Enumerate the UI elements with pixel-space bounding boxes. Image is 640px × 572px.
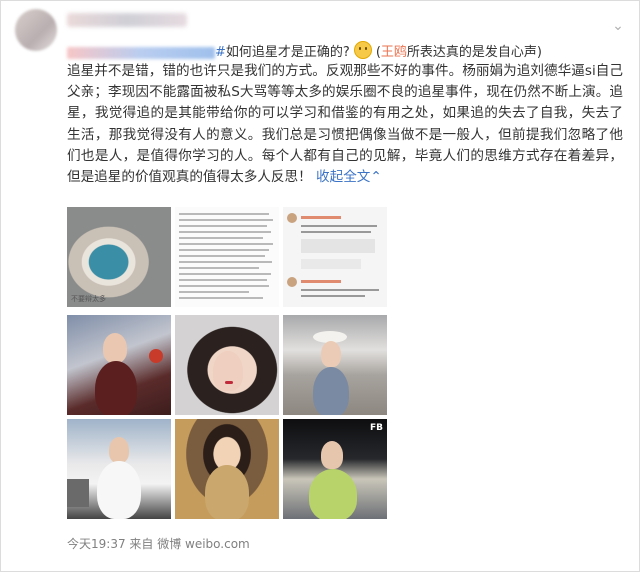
post-body-text: 追星并不是错，错的也许只是我们的方式。反观那些不好的事件。杨丽娟为追刘德华逼si… xyxy=(67,63,623,186)
photo-caption-text: 不要辩太多 xyxy=(71,295,106,303)
collapse-link[interactable]: 收起全文⌃ xyxy=(316,169,382,185)
photo-person-red-dress[interactable] xyxy=(67,315,171,415)
collapse-label[interactable]: 收起全文 xyxy=(316,169,370,185)
post-subtitle: 所表达真的是发自心声) xyxy=(406,45,542,60)
topic-hash[interactable]: # xyxy=(215,45,226,60)
photo-person-beige-coat[interactable] xyxy=(175,419,279,519)
mention-link[interactable]: 王鸥 xyxy=(381,45,407,60)
fb-watermark: FB xyxy=(369,423,383,433)
smile-emoji-icon xyxy=(353,41,372,59)
collapse-arrow-icon: ⌃ xyxy=(370,169,382,186)
photo-person-white-shirt[interactable] xyxy=(67,419,171,519)
topic-link-blurred[interactable] xyxy=(67,46,215,59)
photo-person-green-top[interactable]: FB xyxy=(283,419,387,519)
photo-comment-screenshot[interactable] xyxy=(283,207,387,307)
username-blurred[interactable] xyxy=(67,13,187,27)
post-meta-caption: 今天19:37 来自 微博 weibo.com xyxy=(67,537,250,551)
post-title: 如何追星才是正确的? xyxy=(225,45,350,60)
photo-tea-cup[interactable]: 不要辩太多 xyxy=(67,207,171,307)
avatar[interactable] xyxy=(15,9,57,51)
post-body: 追星并不是错，错的也许只是我们的方式。反观那些不好的事件。杨丽娟为追刘德华逼si… xyxy=(67,61,623,188)
weibo-post-card: ⌄ #如何追星才是正确的? (王鸥所表达真的是发自心声) 追星并不是错，错的也许只… xyxy=(0,0,640,572)
photo-person-portrait[interactable] xyxy=(175,315,279,415)
photo-person-white-hat[interactable] xyxy=(283,315,387,415)
chevron-down-icon[interactable]: ⌄ xyxy=(611,19,625,33)
photo-text-screenshot[interactable] xyxy=(175,207,279,307)
post-title-line: #如何追星才是正确的? (王鸥所表达真的是发自心声) xyxy=(67,41,542,63)
